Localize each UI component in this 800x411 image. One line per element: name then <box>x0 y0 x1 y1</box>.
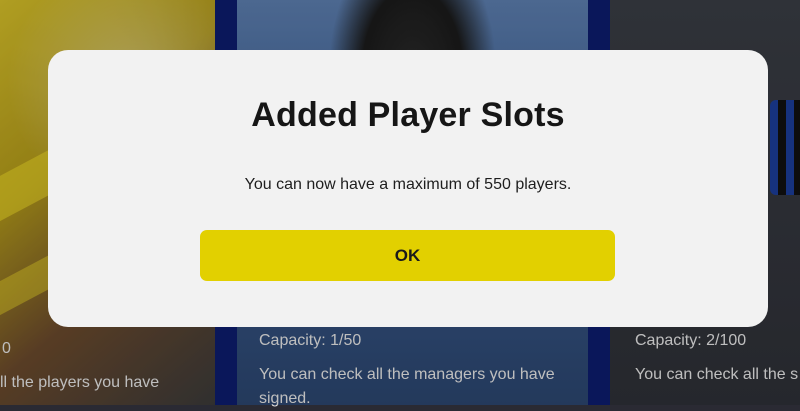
dialog-title: Added Player Slots <box>251 96 565 134</box>
ok-button[interactable]: OK <box>200 230 615 281</box>
added-player-slots-dialog: Added Player Slots You can now have a ma… <box>48 50 768 327</box>
dialog-message: You can now have a maximum of 550 player… <box>244 176 572 193</box>
